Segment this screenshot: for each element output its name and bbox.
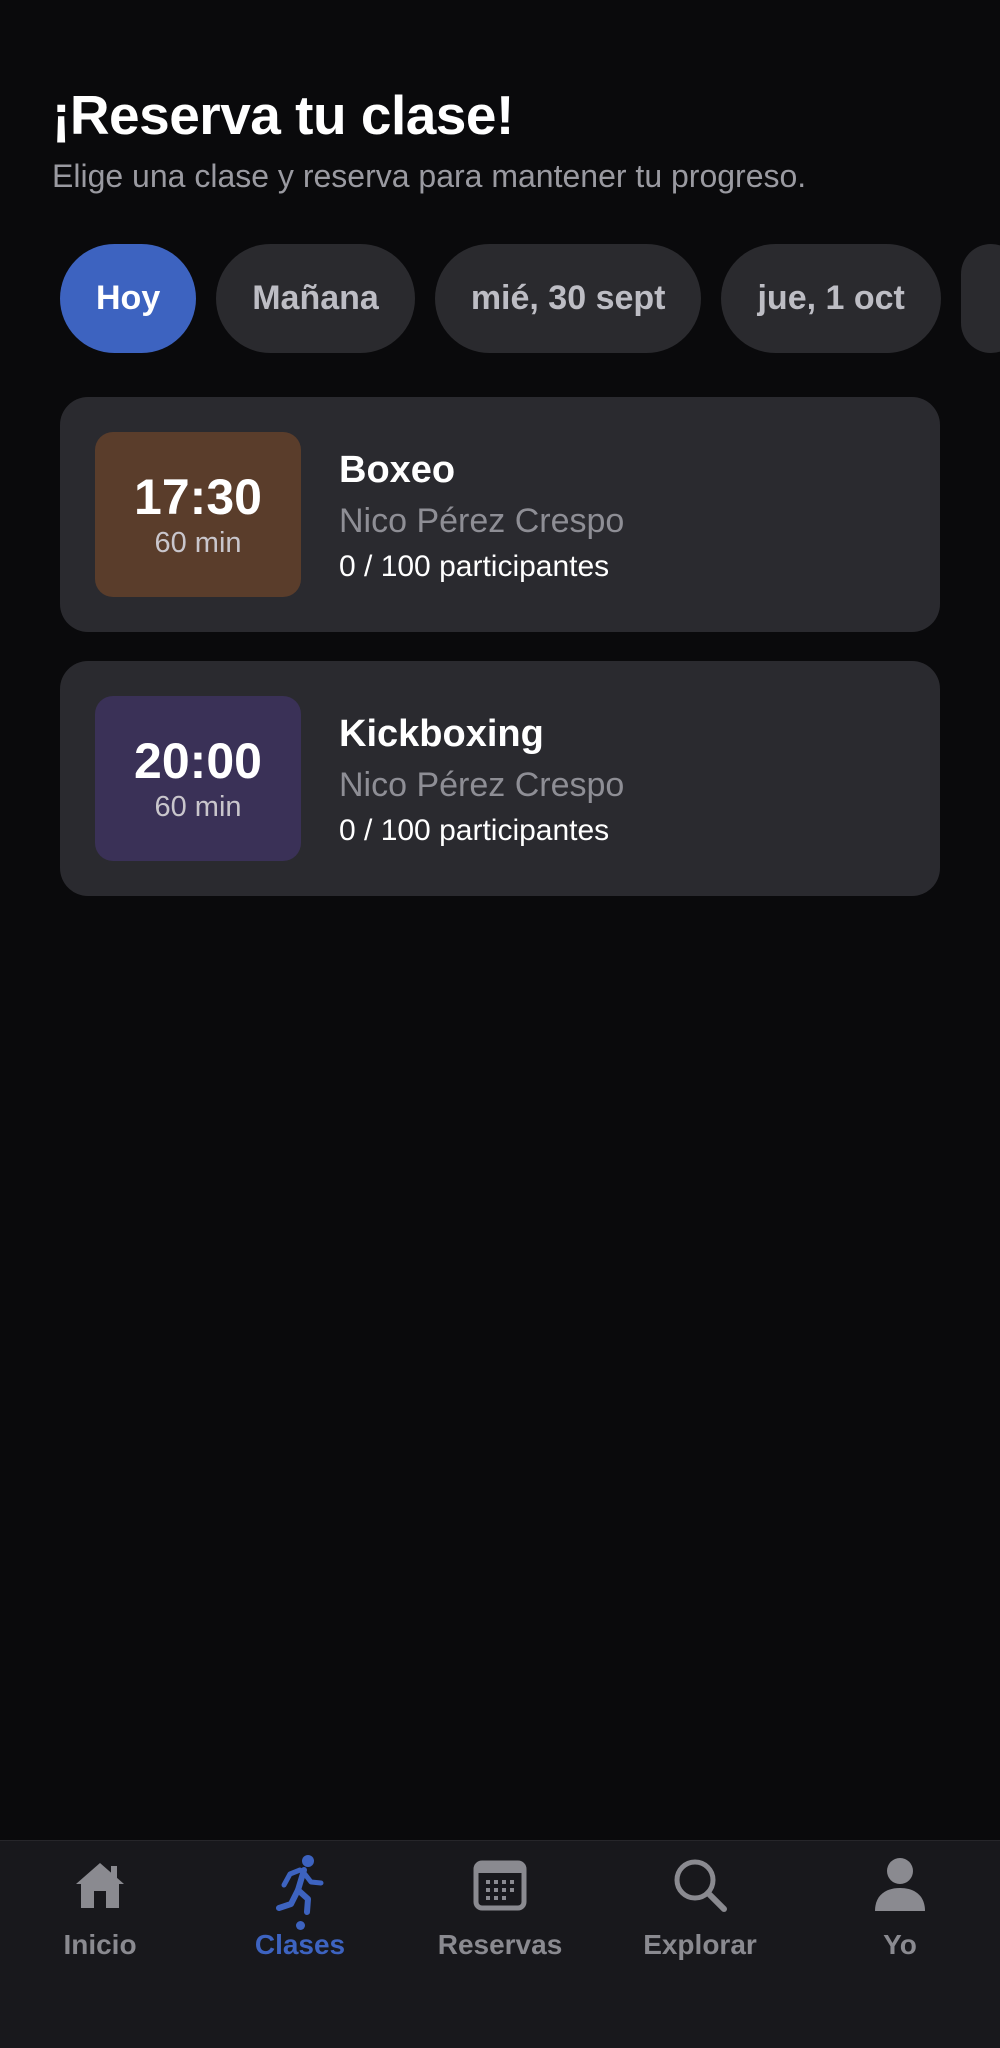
tab-bar: Inicio Clases Reservas Explorar Yo xyxy=(0,1840,1000,2048)
active-indicator-dot xyxy=(295,1921,305,1930)
time-box: 17:30 60 min xyxy=(95,432,301,597)
class-name: Boxeo xyxy=(339,449,456,491)
class-time: 17:30 xyxy=(134,468,262,525)
calendar-icon xyxy=(468,1853,532,1917)
person-icon xyxy=(868,1853,932,1917)
tab-label: Yo xyxy=(883,1929,917,1960)
class-info: Boxeo Nico Pérez Crespo 0 / 100 particip… xyxy=(339,447,910,587)
search-icon xyxy=(668,1853,732,1917)
date-selector[interactable]: Hoy Mañana mié, 30 sept jue, 1 oct xyxy=(60,244,1000,353)
tab-label: Explorar xyxy=(643,1929,757,1960)
class-time: 20:00 xyxy=(134,732,262,789)
class-capacity: 0 / 100 participantes xyxy=(339,814,610,847)
class-list: 17:30 60 min Boxeo Nico Pérez Crespo 0 /… xyxy=(60,397,940,925)
tab-label: Inicio xyxy=(63,1929,137,1960)
app-screen: ¡Reserva tu clase! Elige una clase y res… xyxy=(0,0,1000,2048)
running-person-icon xyxy=(268,1853,332,1917)
class-card-boxeo[interactable]: 17:30 60 min Boxeo Nico Pérez Crespo 0 /… xyxy=(60,397,940,632)
class-info: Kickboxing Nico Pérez Crespo 0 / 100 par… xyxy=(339,711,910,851)
time-box: 20:00 60 min xyxy=(95,696,301,861)
page-subtitle: Elige una clase y reserva para mantener … xyxy=(52,158,807,194)
class-capacity: 0 / 100 participantes xyxy=(339,550,610,583)
class-duration: 60 min xyxy=(154,526,242,559)
page-title: ¡Reserva tu clase! xyxy=(52,84,514,146)
tab-reservas[interactable]: Reservas xyxy=(400,1841,600,1991)
tab-yo[interactable]: Yo xyxy=(800,1841,1000,1991)
tab-clases[interactable]: Clases xyxy=(200,1841,400,1991)
class-name: Kickboxing xyxy=(339,713,544,755)
class-duration: 60 min xyxy=(154,790,242,823)
date-pill-next[interactable] xyxy=(960,244,1000,353)
header: ¡Reserva tu clase! Elige una clase y res… xyxy=(52,82,960,196)
tab-label: Reservas xyxy=(437,1929,563,1960)
tab-label: Clases xyxy=(254,1929,346,1960)
home-icon xyxy=(68,1853,132,1917)
date-pill-thu[interactable]: jue, 1 oct xyxy=(721,244,941,353)
date-pill-today[interactable]: Hoy xyxy=(60,244,197,353)
class-instructor: Nico Pérez Crespo xyxy=(339,766,625,804)
tab-explorar[interactable]: Explorar xyxy=(600,1841,800,1991)
date-pill-wed[interactable]: mié, 30 sept xyxy=(434,244,702,353)
class-card-kickboxing[interactable]: 20:00 60 min Kickboxing Nico Pérez Cresp… xyxy=(60,661,940,896)
class-instructor: Nico Pérez Crespo xyxy=(339,502,625,540)
date-pill-tomorrow[interactable]: Mañana xyxy=(216,244,415,353)
tab-inicio[interactable]: Inicio xyxy=(0,1841,200,1991)
